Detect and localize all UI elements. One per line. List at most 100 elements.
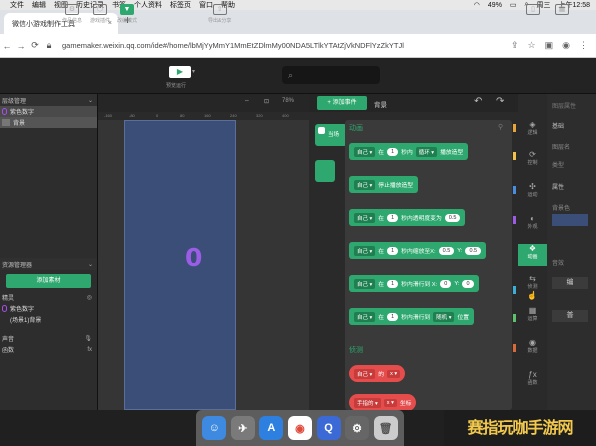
target-dropdown[interactable]: 自己 ▾ — [354, 311, 376, 322]
app-store-icon[interactable]: A — [259, 416, 284, 440]
category-sensing[interactable]: ⇆ 侦测 — [518, 274, 547, 292]
category-animation[interactable]: ❖ 动画 — [518, 244, 547, 266]
menu-profile[interactable]: 个人资料 — [134, 0, 162, 10]
launchpad-icon[interactable]: ✈ — [230, 416, 255, 440]
chrome-icon[interactable]: ◉ — [287, 416, 312, 440]
category-functions[interactable]: ƒx 函数 — [518, 370, 547, 388]
category-motion[interactable]: ✣ 运动 — [518, 182, 547, 200]
seconds-input[interactable]: 1 — [387, 279, 399, 288]
add-asset-button[interactable]: 添加素材 — [6, 274, 91, 288]
category-logic[interactable]: ◈ 逻辑 — [518, 120, 547, 138]
axis-dropdown[interactable]: x ▾ — [383, 398, 397, 407]
target-dropdown[interactable]: 自己 ▾ — [354, 278, 376, 289]
seconds-input[interactable]: 1 — [387, 213, 399, 222]
target-dropdown[interactable]: 自己 ▾ — [354, 179, 376, 190]
block-glide-xy[interactable]: 自己 ▾ 在 1 秒内滑行到 X: 0 Y: 0 — [349, 275, 479, 292]
run-dropdown-icon[interactable]: ▾ — [192, 68, 195, 75]
pin-icon[interactable]: ⚲ — [498, 123, 503, 131]
target-dropdown[interactable]: 自己 ▾ — [354, 245, 376, 256]
menu-file[interactable]: 文件 — [10, 0, 24, 10]
layer-item-purple-digit[interactable]: 紫色数字 — [0, 106, 97, 117]
sprite-section-header[interactable]: 精灵 ◎ — [0, 292, 97, 303]
block-stop-costume[interactable]: 自己 ▾ 停止播放造型 — [349, 176, 419, 193]
function-section[interactable]: 函数 fx — [0, 344, 97, 355]
profile-icon[interactable]: ◉ — [562, 40, 570, 51]
event-block-stub[interactable] — [315, 160, 335, 182]
bg-color-swatch[interactable] — [552, 214, 588, 226]
loop-dropdown[interactable]: 循环 ▾ — [415, 146, 438, 157]
block-scale[interactable]: 自己 ▾ 在 1 秒内缩放至X: 0.5 Y: 0.5 — [349, 242, 487, 259]
target-dropdown[interactable]: 自己 ▾ — [354, 146, 376, 157]
account-button[interactable]: ▦ — [555, 4, 569, 17]
collapse-icon[interactable]: ⌄ — [88, 97, 93, 104]
extension-icon[interactable]: ▣ — [545, 40, 554, 51]
sprite-item-background[interactable]: (场景1)背景 — [0, 314, 97, 325]
star-icon[interactable]: ☆ — [528, 40, 536, 51]
lock-icon[interactable]: 🔒︎ — [42, 40, 56, 51]
trash-icon[interactable]: 🗑︎ — [373, 416, 398, 440]
layer-item-background[interactable]: 背景 — [0, 117, 97, 128]
seconds-input[interactable]: 1 — [387, 147, 399, 156]
block-self-property[interactable]: 自己 ▾ 的 x ▾ — [349, 365, 406, 382]
position-dropdown[interactable]: 随机 ▾ — [433, 311, 455, 322]
y-input[interactable]: 0 — [462, 279, 474, 288]
palette-icon[interactable]: ◎ — [87, 294, 92, 301]
microphone-icon[interactable]: 🎙︎ — [84, 335, 92, 342]
seconds-input[interactable]: 1 — [387, 246, 399, 255]
seconds-input[interactable]: 1 — [387, 312, 399, 321]
project-info-button[interactable]: ⚙ 作品信息 — [62, 4, 82, 24]
menu-edit[interactable]: 编辑 — [32, 0, 46, 10]
normal-button[interactable]: 普 — [552, 310, 588, 322]
browser-icon[interactable]: Q — [316, 416, 341, 440]
block-opacity[interactable]: 自己 ▾ 在 1 秒内透明度变为 0.5 — [349, 209, 466, 226]
url-field[interactable]: gamemaker.weixin.qq.com/ide#/home/lbMjYy… — [62, 41, 404, 50]
x-input[interactable]: 0 — [440, 279, 452, 288]
reload-icon[interactable]: ⟳ — [28, 40, 42, 51]
edit-button[interactable]: 编 — [552, 277, 588, 289]
add-event-button[interactable]: + 添加事件 — [317, 96, 367, 110]
redo-icon[interactable]: ↷ — [496, 96, 504, 107]
sound-section[interactable]: 声音 🎙︎ — [0, 333, 97, 344]
block-glide-random[interactable]: 自己 ▾ 在 1 秒内滑行到 随机 ▾ 位置 — [349, 308, 475, 325]
battery-icon[interactable]: ▭ — [510, 1, 517, 9]
target-dropdown[interactable]: 自己 ▾ — [354, 368, 376, 379]
sprite-item-purple-digit[interactable]: 紫色数字 — [0, 303, 97, 314]
purple-digit-sprite[interactable]: 0 — [185, 243, 202, 272]
category-operators[interactable]: ▦ 运算 — [518, 306, 547, 324]
wifi-icon[interactable]: ◠ — [474, 1, 480, 9]
property-dropdown[interactable]: x ▾ — [387, 369, 401, 378]
fit-icon[interactable]: ⇔ — [244, 98, 250, 104]
category-looks[interactable]: ◐ 外观 — [518, 214, 547, 232]
lock-icon[interactable]: ⊡ — [264, 98, 269, 105]
scale-y-input[interactable]: 0.5 — [465, 246, 482, 255]
docs-button[interactable]: ▯ — [526, 4, 540, 17]
zoom-level[interactable]: 78% — [282, 98, 294, 104]
category-data[interactable]: ◉ 数据 — [518, 338, 547, 356]
more-icon[interactable]: ⋮ — [579, 40, 588, 51]
forward-icon[interactable]: → — [14, 41, 28, 51]
fx-icon[interactable]: fx — [87, 347, 92, 353]
opacity-input[interactable]: 0.5 — [444, 213, 461, 222]
finder-icon[interactable]: ☺ — [202, 416, 227, 440]
share-button[interactable]: ⇧ 导出&分享 — [208, 4, 231, 24]
finger-dropdown[interactable]: 手指的 ▾ — [354, 397, 381, 408]
category-control[interactable]: ⟳ 控制 — [518, 150, 547, 168]
plugins-button[interactable]: ⬡ 游戏插件 — [90, 4, 110, 24]
share-icon[interactable]: ⇪ — [511, 40, 519, 51]
run-button[interactable]: ▶ — [169, 66, 191, 78]
scale-x-input[interactable]: 0.5 — [438, 246, 455, 255]
block-play-costume[interactable]: 自己 ▾ 在 1 秒内 循环 ▾ 播放造型 — [349, 143, 469, 160]
collapse-icon[interactable]: ⌄ — [88, 261, 93, 268]
search-input[interactable]: ⌕ — [282, 66, 380, 84]
menu-tabs[interactable]: 标签页 — [170, 0, 191, 10]
adapt-mode-button[interactable]: ▼ 改编模式 — [117, 4, 137, 24]
game-canvas[interactable] — [124, 120, 236, 410]
undo-icon[interactable]: ↶ — [474, 96, 482, 107]
target-dropdown[interactable]: 自己 ▾ — [354, 212, 376, 223]
type-label: 类型 — [552, 163, 565, 169]
settings-icon[interactable]: ⚙ — [345, 416, 370, 440]
event-start-block[interactable]: 当场 — [315, 124, 347, 146]
block-finger-coordinate[interactable]: 手指的 ▾ x ▾ 坐标 — [349, 394, 417, 411]
tab-background[interactable]: 背景 — [374, 99, 387, 109]
back-icon[interactable]: ← — [0, 41, 14, 51]
